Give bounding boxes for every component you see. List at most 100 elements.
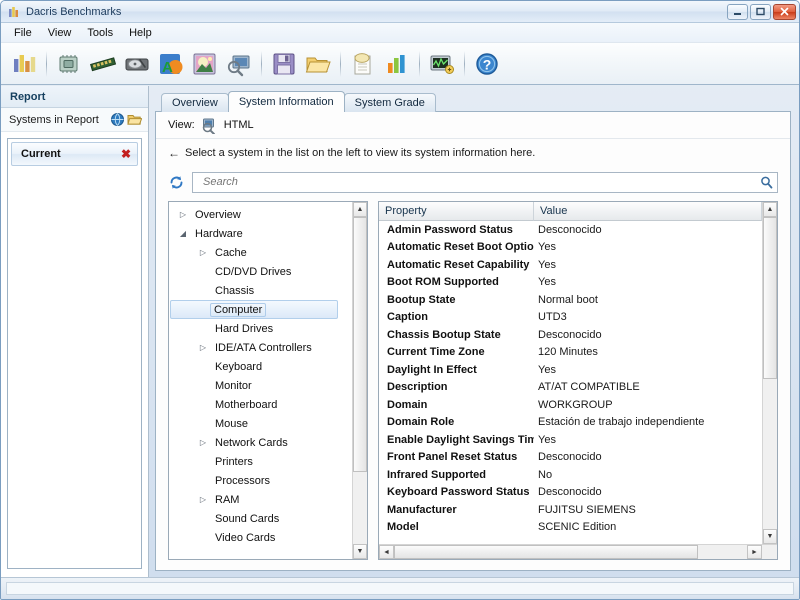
table-row[interactable]: Automatic Reset Boot OptionYes: [379, 239, 762, 257]
list-item[interactable]: Current ✖: [11, 142, 138, 166]
tree-scroll-track[interactable]: [353, 217, 367, 544]
scroll-up-button[interactable]: ▲: [353, 202, 367, 217]
tree-item-keyboard[interactable]: Keyboard: [169, 357, 352, 376]
tree-item-computer[interactable]: Computer: [169, 300, 352, 319]
minimize-button[interactable]: [727, 4, 748, 20]
globe-icon[interactable]: [110, 112, 125, 127]
tree-item-video-cards[interactable]: Video Cards: [169, 528, 352, 547]
scroll-right-button[interactable]: ►: [747, 545, 762, 559]
tree-scroll-thumb[interactable]: [353, 217, 367, 472]
table-scroll-thumb[interactable]: [763, 217, 777, 379]
benchmarks-icon[interactable]: [7, 47, 41, 81]
bar-chart-icon[interactable]: [380, 47, 414, 81]
table-row[interactable]: Chassis Bootup StateDesconocido: [379, 326, 762, 344]
cell-value: 120 Minutes: [534, 346, 762, 358]
toolbar: A: [1, 43, 799, 85]
help-icon[interactable]: ?: [470, 47, 504, 81]
report-document-icon[interactable]: [346, 47, 380, 81]
table-row[interactable]: Domain RoleEstación de trabajo independi…: [379, 414, 762, 432]
scrollbar-corner: [762, 545, 777, 559]
tab-system-grade[interactable]: System Grade: [344, 93, 436, 112]
table-row[interactable]: Front Panel Reset StatusDesconocido: [379, 449, 762, 467]
table-hscroll-track[interactable]: [394, 545, 747, 559]
system-monitor-icon[interactable]: [425, 47, 459, 81]
column-header-property[interactable]: Property: [379, 202, 534, 221]
tree-item-cache[interactable]: ▷Cache: [169, 243, 352, 262]
tree-item-hardware[interactable]: ◢Hardware: [169, 224, 352, 243]
tree-item-printers[interactable]: Printers: [169, 452, 352, 471]
open-folder-icon[interactable]: [127, 112, 142, 127]
close-button[interactable]: [773, 4, 796, 20]
remove-system-icon[interactable]: ✖: [121, 147, 131, 161]
hard-drive-icon[interactable]: [120, 47, 154, 81]
3d-graphics-icon[interactable]: [222, 47, 256, 81]
tree-item-mouse[interactable]: Mouse: [169, 414, 352, 433]
table-horizontal-scrollbar[interactable]: ◄ ►: [379, 544, 777, 559]
column-header-value[interactable]: Value: [534, 202, 762, 221]
search-box[interactable]: [192, 172, 778, 193]
table-scroll-track[interactable]: [763, 217, 777, 529]
table-row[interactable]: Current Time Zone120 Minutes: [379, 344, 762, 362]
scroll-down-button[interactable]: ▼: [353, 544, 367, 559]
tree-item-hard-drives[interactable]: Hard Drives: [169, 319, 352, 338]
save-icon[interactable]: [267, 47, 301, 81]
refresh-icon[interactable]: [168, 174, 185, 191]
chevron-right-icon[interactable]: ▷: [195, 338, 211, 357]
tree-item-processors[interactable]: Processors: [169, 471, 352, 490]
table-row[interactable]: DomainWORKGROUP: [379, 396, 762, 414]
menu-item-tools[interactable]: Tools: [79, 25, 121, 41]
scroll-up-button[interactable]: ▲: [763, 202, 777, 217]
chevron-right-icon[interactable]: ▷: [195, 243, 211, 262]
cell-property: Admin Password Status: [379, 224, 534, 236]
text-graphics-icon[interactable]: A: [154, 47, 188, 81]
tree-item-monitor[interactable]: Monitor: [169, 376, 352, 395]
tree-item-chassis[interactable]: Chassis: [169, 281, 352, 300]
magnifier-icon[interactable]: [759, 175, 774, 190]
table-row[interactable]: Boot ROM SupportedYes: [379, 274, 762, 292]
table-row[interactable]: Keyboard Password StatusDesconocido: [379, 484, 762, 502]
menu-item-file[interactable]: File: [6, 25, 40, 41]
tab-system-information[interactable]: System Information: [228, 91, 345, 112]
search-input[interactable]: [201, 175, 759, 189]
table-row[interactable]: DescriptionAT/AT COMPATIBLE: [379, 379, 762, 397]
tree-item-sound-cards[interactable]: Sound Cards: [169, 509, 352, 528]
table-row[interactable]: Automatic Reset CapabilityYes: [379, 256, 762, 274]
memory-icon[interactable]: [86, 47, 120, 81]
table-row[interactable]: ManufacturerFUJITSU SIEMENS: [379, 501, 762, 519]
chevron-right-icon[interactable]: ▷: [195, 490, 211, 509]
menu-item-view[interactable]: View: [40, 25, 80, 41]
tree-item-motherboard[interactable]: Motherboard: [169, 395, 352, 414]
tree-item-ide-ata-controllers[interactable]: ▷IDE/ATA Controllers: [169, 338, 352, 357]
open-folder-icon[interactable]: [301, 47, 335, 81]
chevron-down-icon[interactable]: ◢: [175, 224, 191, 243]
table-hscroll-thumb[interactable]: [394, 545, 698, 559]
table-row[interactable]: Enable Daylight Savings TimeYes: [379, 431, 762, 449]
tree-vertical-scrollbar[interactable]: ▲ ▼: [352, 202, 367, 559]
table-row[interactable]: Infrared SupportedNo: [379, 466, 762, 484]
menu-item-help[interactable]: Help: [121, 25, 160, 41]
chevron-right-icon[interactable]: ▷: [195, 433, 211, 452]
tree-item-ram[interactable]: ▷RAM: [169, 490, 352, 509]
table-row[interactable]: Admin Password StatusDesconocido: [379, 221, 762, 239]
tree-item-cd-dvd-drives[interactable]: CD/DVD Drives: [169, 262, 352, 281]
table-row[interactable]: ModelSCENIC Edition: [379, 519, 762, 537]
scroll-down-button[interactable]: ▼: [763, 529, 777, 544]
cpu-icon[interactable]: [52, 47, 86, 81]
table-row[interactable]: CaptionUTD3: [379, 309, 762, 327]
category-tree[interactable]: ▷Overview◢Hardware▷CacheCD/DVD DrivesCha…: [169, 202, 352, 559]
image-icon[interactable]: [188, 47, 222, 81]
table-row[interactable]: Daylight In EffectYes: [379, 361, 762, 379]
title-bar: Dacris Benchmarks: [1, 1, 799, 23]
cell-property: Description: [379, 381, 534, 393]
systems-list[interactable]: Current ✖: [7, 138, 142, 569]
chevron-right-icon[interactable]: ▷: [175, 205, 191, 224]
maximize-button[interactable]: [750, 4, 771, 20]
scroll-left-button[interactable]: ◄: [379, 545, 394, 559]
tree-item-overview[interactable]: ▷Overview: [169, 205, 352, 224]
table-row[interactable]: Bootup StateNormal boot: [379, 291, 762, 309]
table-vertical-scrollbar[interactable]: ▲ ▼: [762, 202, 777, 544]
tree-item-network-cards[interactable]: ▷Network Cards: [169, 433, 352, 452]
html-view-icon[interactable]: [201, 117, 218, 134]
view-mode-value[interactable]: HTML: [224, 119, 254, 131]
tab-overview[interactable]: Overview: [161, 93, 229, 112]
